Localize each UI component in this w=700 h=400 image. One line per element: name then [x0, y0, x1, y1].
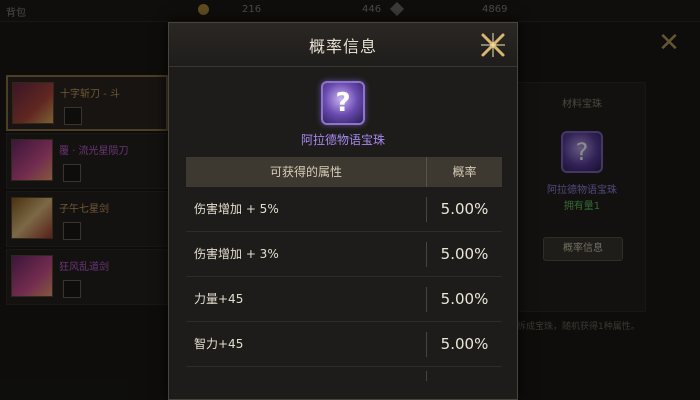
close-button[interactable]	[479, 31, 507, 59]
table-header: 可获得的属性 概率	[186, 157, 502, 187]
attribute-cell: 伤害增加 + 5%	[194, 202, 279, 216]
probability-cell: 5.00%	[426, 242, 502, 267]
table-row: 力量+45 5.00%	[186, 277, 502, 322]
probability-cell: 5.00%	[426, 332, 502, 357]
table-row: 伤害增加 + 5% 5.00%	[186, 187, 502, 232]
table-scroll-continuation[interactable]	[186, 367, 502, 381]
attribute-cell: 力量+45	[194, 292, 244, 306]
modal-header: 概率信息	[169, 23, 517, 67]
modal-title: 概率信息	[308, 37, 377, 56]
header-probability: 概率	[426, 157, 502, 187]
attribute-cell: 伤害增加 + 3%	[194, 247, 279, 261]
table-row: 智力+45 5.00%	[186, 322, 502, 367]
question-orb-icon: ?	[321, 81, 365, 125]
probability-cell: 5.00%	[426, 197, 502, 222]
column-divider	[426, 371, 427, 381]
item-name: 阿拉德物语宝珠	[300, 133, 385, 147]
attribute-cell: 智力+45	[194, 337, 244, 351]
header-attribute: 可获得的属性	[269, 165, 342, 179]
close-icon	[481, 33, 505, 57]
probability-modal: 概率信息 ? 阿拉德物语宝珠 可获得的属性 概率 伤害增加 + 5% 5.00%…	[168, 22, 518, 400]
probability-table: 可获得的属性 概率 伤害增加 + 5% 5.00% 伤害增加 + 3% 5.00…	[186, 157, 502, 381]
table-row: 伤害增加 + 3% 5.00%	[186, 232, 502, 277]
probability-cell: 5.00%	[426, 287, 502, 312]
